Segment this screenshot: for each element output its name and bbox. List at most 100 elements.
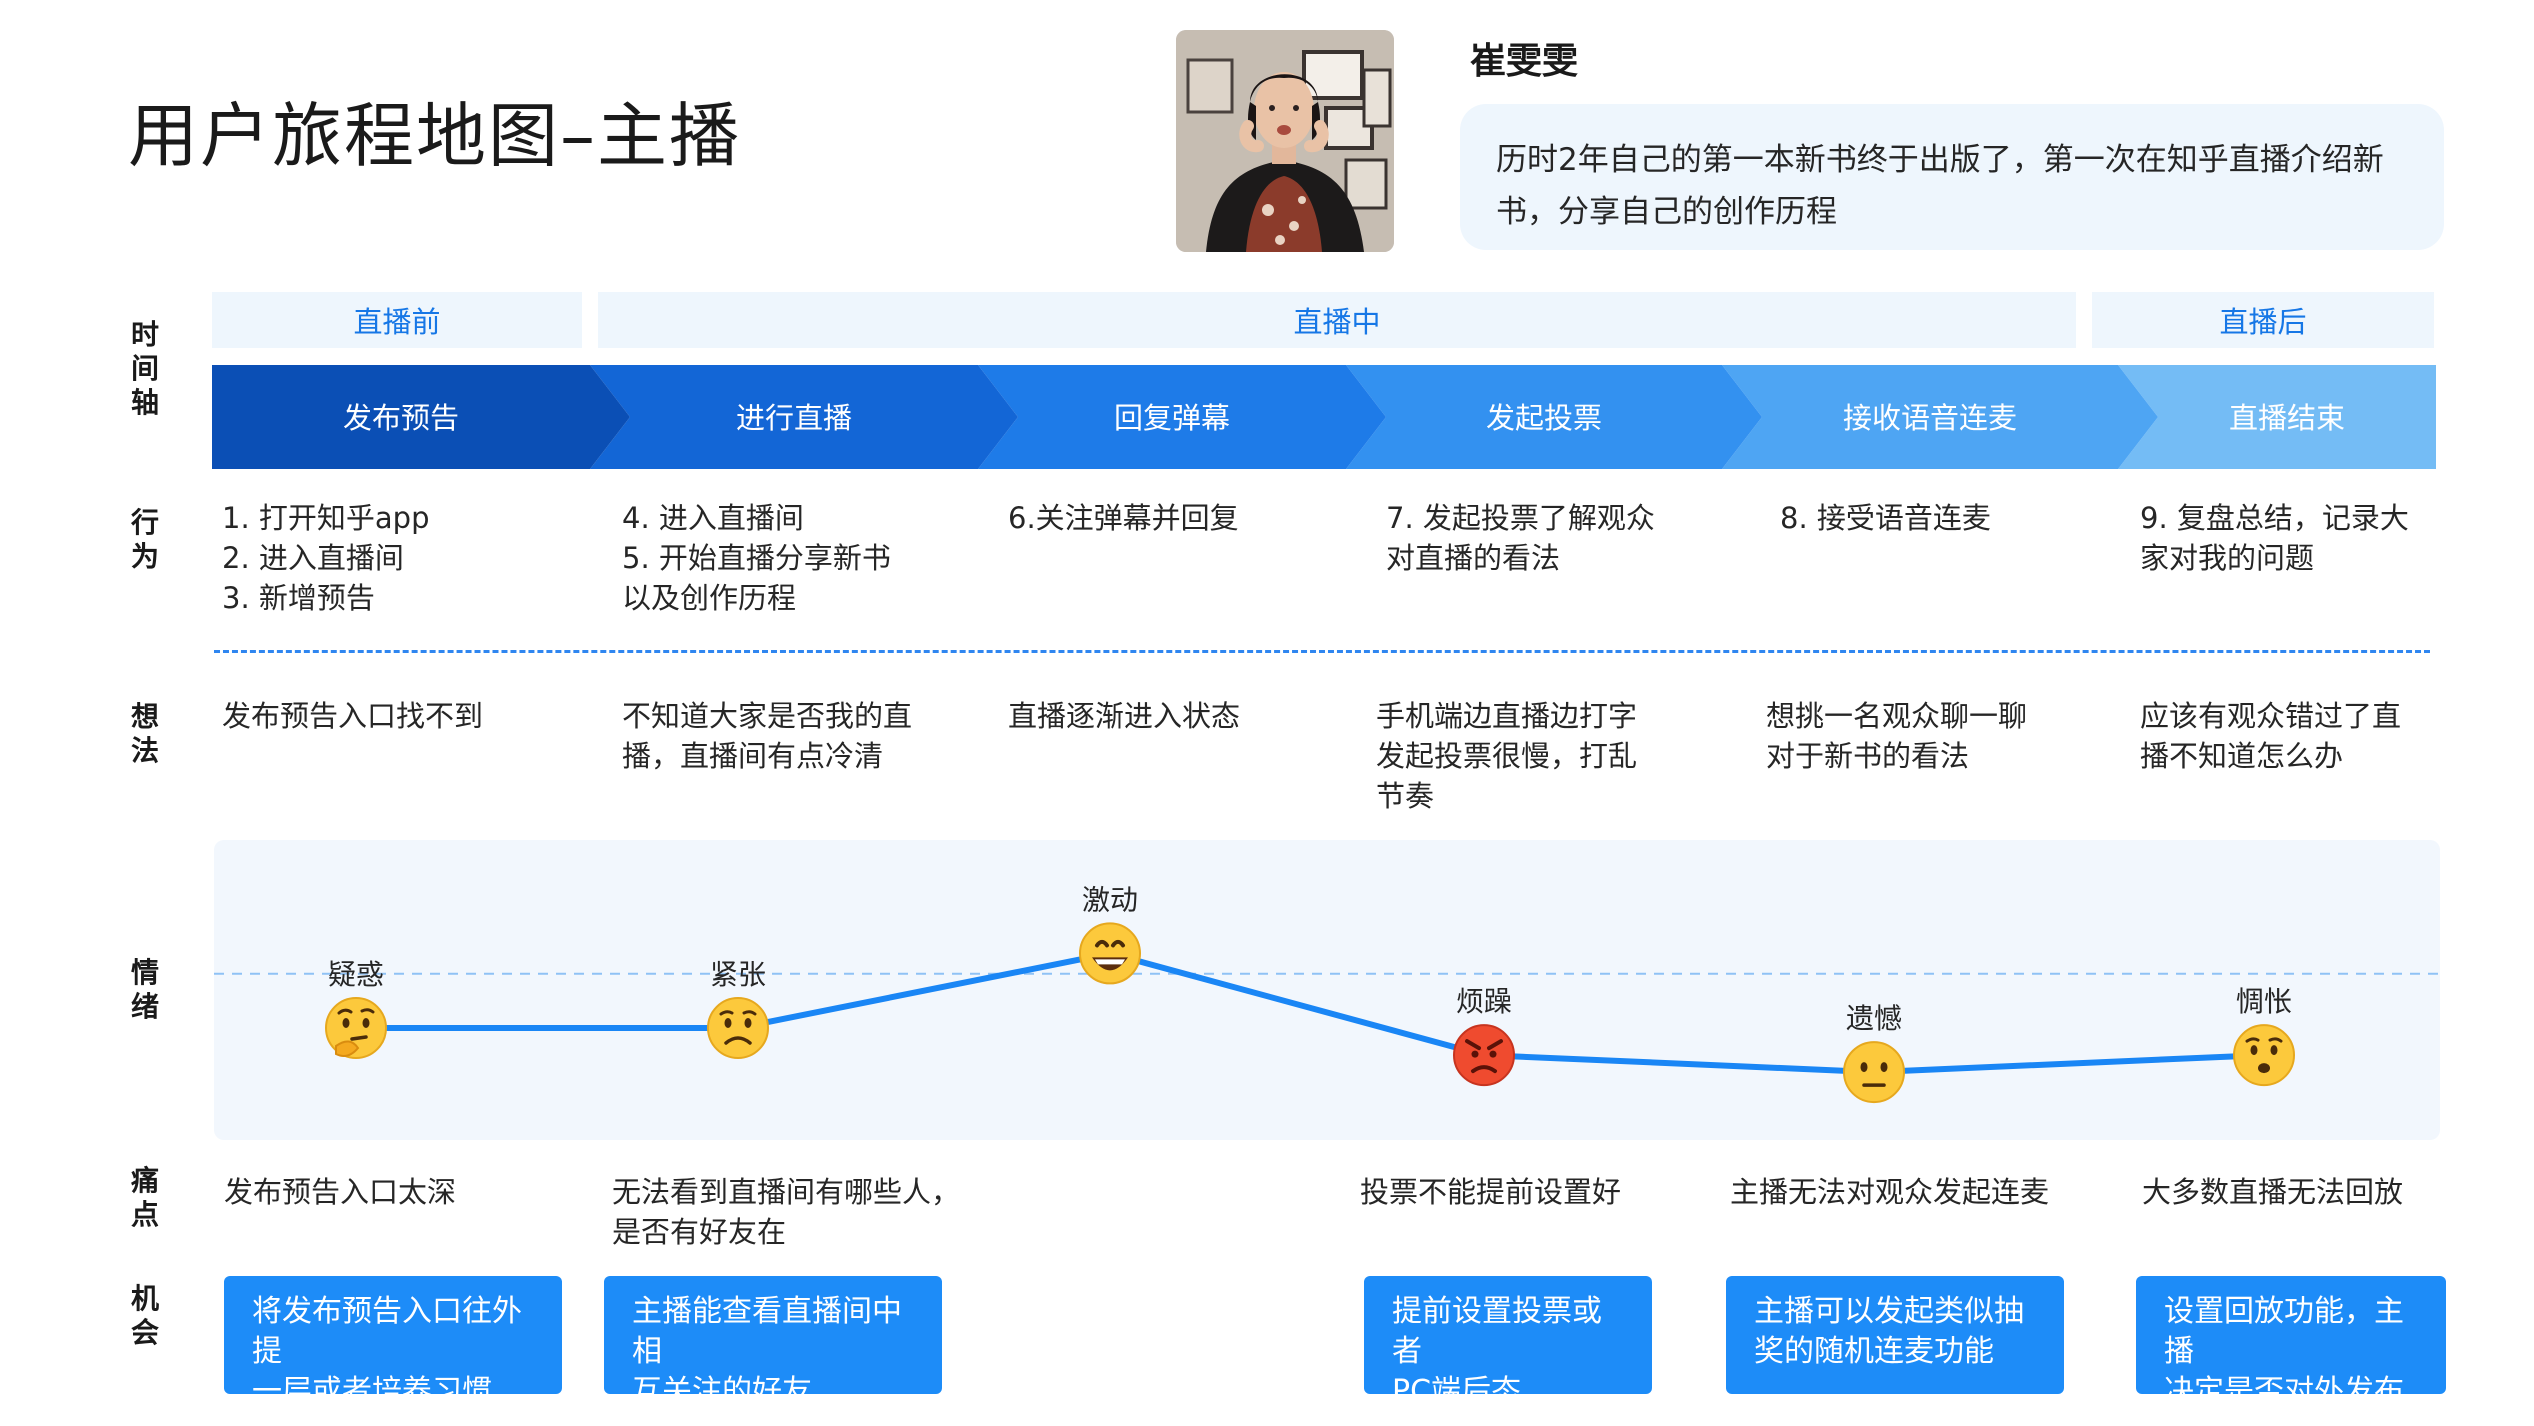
thought-cell-line: 直播逐渐进入状态 (1008, 699, 1241, 733)
emotion-label: 疑惑 (328, 958, 384, 991)
behavior-cell: 4. 进入直播间 5. 开始直播分享新书 以及创作历程 (622, 498, 891, 618)
pain-point-cell: 发布预告入口太深 (224, 1172, 456, 1212)
emotion-point-2: 紧张 (707, 958, 769, 1059)
pain-point-cell-line: 投票不能提前设置好 (1360, 1175, 1622, 1209)
phase-before-live: 直播前 (212, 292, 582, 348)
emotion-point-3: 激动 (1079, 883, 1141, 985)
behavior-cell-line: 以及创作历程 (622, 581, 797, 615)
phase-during-live: 直播中 (598, 292, 2076, 348)
face-circle (2233, 1024, 2295, 1087)
emotion-label: 激动 (1082, 883, 1138, 916)
page-title: 用户旅程地图–主播 (128, 95, 741, 177)
thought-cell: 想挑一名观众聊一聊 对于新书的看法 (1766, 696, 2027, 776)
emotion-label: 紧张 (710, 958, 766, 991)
grinning-face-icon (1079, 922, 1141, 985)
stage-label: 直播结束 (2229, 401, 2345, 435)
behavior-cell-line: 3. 新增预告 (222, 581, 375, 615)
thought-cell-line: 应该有观众错过了直 (2140, 699, 2402, 733)
opportunity-line: 互关注的好友 (632, 1374, 812, 1409)
stage-label: 进行直播 (736, 401, 852, 435)
opportunity-card: 主播能查看直播间中相互关注的好友 (604, 1276, 942, 1409)
stage-4: 发起投票 (1346, 365, 1762, 469)
emotion-point-6: 惆怅 (2233, 985, 2295, 1087)
thought-cell: 不知道大家是否我的直 播，直播间有点冷清 (622, 696, 912, 776)
thought-cell-line: 对于新书的看法 (1766, 739, 1970, 773)
pain-point-cell: 投票不能提前设置好 (1360, 1172, 1621, 1212)
thought-cell: 应该有观众错过了直 播不知道怎么办 (2140, 696, 2401, 776)
thought-cell-line: 播，直播间有点冷清 (622, 739, 884, 773)
opportunity-line: 将发布预告入口往外提 (252, 1294, 522, 1369)
pain-point-cell: 无法看到直播间有哪些人， 是否有好友在 (612, 1172, 960, 1252)
pain-point-cell: 大多数直播无法回放 (2142, 1172, 2403, 1212)
opportunity-line: 提前设置投票或者 (1392, 1294, 1602, 1369)
behavior-cell-line: 4. 进入直播间 (622, 501, 804, 535)
behavior-cell: 6.关注弹幕并回复 (1008, 498, 1239, 538)
row-label-emotion: 情绪 (130, 956, 159, 1023)
angry-face-icon (1453, 1024, 1515, 1087)
stage-2: 进行直播 (590, 365, 1018, 469)
behavior-cell-line: 5. 开始直播分享新书 (622, 541, 891, 575)
behavior-cell-line: 家对我的问题 (2140, 541, 2315, 575)
stage-6: 直播结束 (2118, 365, 2436, 469)
persona-avatar (1176, 30, 1394, 252)
behavior-cell: 7. 发起投票了解观众 对直播的看法 (1386, 498, 1655, 578)
emotion-point-4: 烦躁 (1453, 985, 1515, 1087)
persona-quote: 历时2年自己的第一本新书终于出版了，第一次在知乎直播介绍新书，分享自己的创作历程 (1460, 104, 2444, 250)
phase-after-live: 直播后 (2092, 292, 2434, 348)
emotion-label: 烦躁 (1456, 985, 1512, 1018)
persona-name: 崔雯雯 (1470, 41, 1579, 82)
emotion-point-1: 疑惑 (325, 958, 387, 1059)
thought-cell: 手机端边直播边打字 发起投票很慢，打乱 节奏 (1376, 696, 1637, 816)
worried-face-icon (707, 997, 769, 1059)
opportunity-card: 将发布预告入口往外提一层或者培养习惯 (224, 1276, 562, 1409)
neutral-face-icon (1843, 1041, 1905, 1104)
thought-cell: 发布预告入口找不到 (222, 696, 483, 736)
stage-1: 发布预告 (212, 365, 630, 469)
row-label-pain: 痛点 (130, 1164, 159, 1231)
thinking-face-icon (325, 997, 387, 1059)
behavior-cell: 1. 打开知乎app 2. 进入直播间 3. 新增预告 (222, 498, 429, 618)
stage-3: 回复弹幕 (978, 365, 1386, 469)
stage-label: 回复弹幕 (1114, 401, 1230, 435)
row-label-thoughts: 想法 (130, 700, 159, 767)
opportunity-card: 主播可以发起类似抽 奖的随机连麦功能 (1726, 1276, 2064, 1394)
emotion-label: 遗憾 (1846, 1002, 1902, 1035)
emotion-chart: 疑惑 紧张 激动烦躁遗憾 惆怅 (214, 883, 2440, 1104)
pain-point-cell-line: 无法看到直播间有哪些人， (612, 1175, 961, 1209)
opportunity-line: 奖的随机连麦功能 (1754, 1334, 1994, 1369)
face-circle (1843, 1041, 1905, 1104)
opportunity-card: 提前设置投票或者 PC端后态 (1364, 1276, 1652, 1409)
behavior-cell-line: 8. 接受语音连麦 (1780, 501, 1991, 535)
behavior-cell-line: 7. 发起投票了解观众 (1386, 501, 1655, 535)
behavior-cell-line: 1. 打开知乎app (222, 501, 430, 535)
face-circle (1453, 1024, 1515, 1087)
row-label-opportunity: 机会 (130, 1282, 159, 1349)
opportunity-line: PC端后态 (1392, 1374, 1522, 1409)
row-label-behavior: 行为 (130, 506, 159, 573)
behavior-cell-line: 6.关注弹幕并回复 (1008, 501, 1239, 535)
opportunity-line: 决定是否对外发布 (2164, 1374, 2404, 1409)
pain-point-cell-line: 发布预告入口太深 (224, 1175, 457, 1209)
stage-label: 发布预告 (343, 401, 459, 435)
stage-label: 接收语音连麦 (1843, 401, 2017, 435)
behavior-cell-line: 对直播的看法 (1386, 541, 1561, 575)
thought-cell-line: 节奏 (1376, 779, 1435, 813)
emotion-line (356, 950, 2265, 1076)
thought-cell-line: 想挑一名观众聊一聊 (1766, 699, 2028, 733)
stage-bar: 直播结束 接收语音连麦 发起投票 回复弹幕 进行直播 发布预告 (212, 365, 2436, 473)
stage-label: 发起投票 (1486, 401, 1602, 435)
thought-cell-line: 发布预告入口找不到 (222, 699, 484, 733)
behavior-cell-line: 2. 进入直播间 (222, 541, 404, 575)
pain-point-cell-line: 主播无法对观众发起连麦 (1730, 1175, 2050, 1209)
opportunity-line: 主播能查看直播间中相 (632, 1294, 902, 1369)
opportunity-line: 一层或者培养习惯 (252, 1374, 492, 1409)
thought-cell-line: 播不知道怎么办 (2140, 739, 2344, 773)
behavior-cell: 8. 接受语音连麦 (1780, 498, 1991, 538)
anxious-face-icon (2233, 1024, 2295, 1087)
stage-chevrons: 直播结束 接收语音连麦 发起投票 回复弹幕 进行直播 发布预告 (212, 365, 2436, 469)
emotion-point-5: 遗憾 (1843, 1002, 1905, 1104)
thought-cell-line: 发起投票很慢，打乱 (1376, 739, 1638, 773)
opportunity-card: 设置回放功能，主播 决定是否对外发布 (2136, 1276, 2446, 1409)
stage-5: 接收语音连麦 (1722, 365, 2158, 469)
row-label-timeline: 时间轴 (130, 318, 159, 419)
